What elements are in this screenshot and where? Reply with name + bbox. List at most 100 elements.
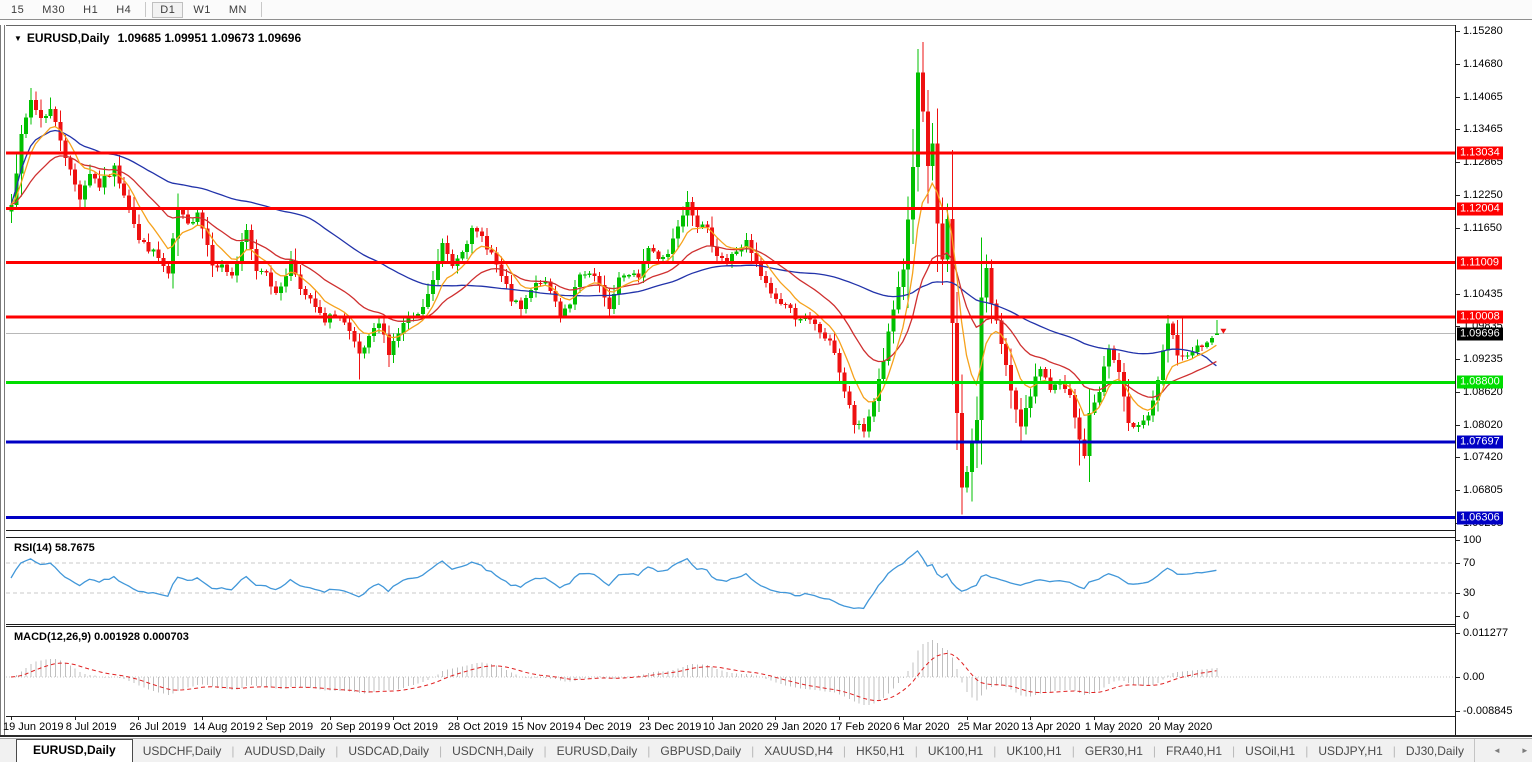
scale-tick-mark xyxy=(1456,490,1460,491)
timeframe-button-mn[interactable]: MN xyxy=(221,2,255,18)
chart-ohlc-values: 1.09685 1.09951 1.09673 1.09696 xyxy=(118,31,302,45)
chart-tab-usdcad-daily[interactable]: USDCAD,Daily xyxy=(338,741,439,762)
date-tick-mark xyxy=(393,717,394,720)
chart-tab-audusd-daily[interactable]: AUDUSD,Daily xyxy=(235,741,336,762)
date-axis-label: 19 Jun 2019 xyxy=(3,721,64,733)
scale-tick-mark xyxy=(1456,31,1460,32)
date-tick-mark xyxy=(75,717,76,720)
macd-scale-label: 0.011277 xyxy=(1463,627,1508,639)
date-axis-label: 20 Sep 2019 xyxy=(321,721,383,733)
date-axis-label: 6 Mar 2020 xyxy=(894,721,950,733)
date-axis-label: 14 Aug 2019 xyxy=(193,721,255,733)
macd-scale-label: 0.00 xyxy=(1463,671,1484,683)
date-tick-mark xyxy=(967,717,968,720)
chart-tab-dj30-daily[interactable]: DJ30,Daily xyxy=(1396,741,1474,762)
macd-indicator-panel[interactable]: MACD(12,26,9) 0.001928 0.000703 xyxy=(6,626,1455,717)
chart-tab-hk50-h1[interactable]: HK50,H1 xyxy=(846,741,915,762)
toolbar-separator xyxy=(261,2,262,17)
scale-tick-mark xyxy=(1456,540,1460,541)
chart-tab-fra40-h1[interactable]: FRA40,H1 xyxy=(1156,741,1232,762)
date-tick-mark xyxy=(138,717,139,720)
scale-tick-mark xyxy=(1456,359,1460,360)
price-scale-label: 1.06805 xyxy=(1463,484,1503,496)
chart-tab-eurusd-daily[interactable]: EURUSD,Daily xyxy=(16,739,133,762)
macd-scale-label: -0.008845 xyxy=(1463,705,1513,717)
date-axis-label: 17 Feb 2020 xyxy=(830,721,892,733)
chart-tab-bar: EURUSD,DailyUSDCHF,Daily|AUDUSD,Daily|US… xyxy=(0,738,1532,762)
date-tick-mark xyxy=(1158,717,1159,720)
timeframe-toolbar: 15M30H1H4 D1W1MN xyxy=(0,0,1532,20)
timeframe-button-h4[interactable]: H4 xyxy=(108,2,139,18)
scale-tick-mark xyxy=(1456,563,1460,564)
date-axis-label: 25 Mar 2020 xyxy=(958,721,1020,733)
scale-tick-mark xyxy=(1456,593,1460,594)
symbol-dropdown-icon[interactable]: ▼ xyxy=(14,34,22,43)
chart-tab-gbpusd-daily[interactable]: GBPUSD,Daily xyxy=(650,741,751,762)
chart-tab-uk100-h1[interactable]: UK100,H1 xyxy=(918,741,993,762)
chart-tab-xauusd-h4[interactable]: XAUUSD,H4 xyxy=(754,741,843,762)
level-price-label: 1.06306 xyxy=(1457,511,1503,524)
scale-tick-mark xyxy=(1456,425,1460,426)
date-axis-label: 15 Nov 2019 xyxy=(512,721,574,733)
level-price-label: 1.12004 xyxy=(1457,202,1503,215)
date-axis-label: 13 Apr 2020 xyxy=(1021,721,1080,733)
date-tick-mark xyxy=(1030,717,1031,720)
chart-tab-usdjpy-h1[interactable]: USDJPY,H1 xyxy=(1308,741,1392,762)
scale-tick-mark xyxy=(1456,633,1460,634)
scale-tick-mark xyxy=(1456,129,1460,130)
price-scale-label: 1.15280 xyxy=(1463,25,1503,37)
tab-scroll-left-icon[interactable]: ◄ xyxy=(1483,746,1511,755)
chart-tab-eurusd-daily[interactable]: EURUSD,Daily xyxy=(547,741,648,762)
chart-tab-usoil-h1[interactable]: USOil,H1 xyxy=(1235,741,1305,762)
current-price-label: 1.09696 xyxy=(1457,327,1503,340)
date-tick-mark xyxy=(839,717,840,720)
rsi-label: RSI(14) 58.7675 xyxy=(14,542,95,554)
level-price-label: 1.13034 xyxy=(1457,146,1503,159)
scale-tick-mark xyxy=(1456,457,1460,458)
date-axis-label: 1 May 2020 xyxy=(1085,721,1142,733)
price-scale[interactable]: 1.152801.146801.140651.134651.128651.122… xyxy=(1455,25,1532,735)
date-tick-mark xyxy=(775,717,776,720)
tab-scroll-right-icon[interactable]: ► xyxy=(1511,746,1532,755)
date-tick-mark xyxy=(1094,717,1095,720)
level-price-label: 1.08800 xyxy=(1457,376,1503,389)
date-axis-label: 8 Jul 2019 xyxy=(66,721,117,733)
date-axis-label: 26 Jul 2019 xyxy=(129,721,186,733)
timeframe-button-w1[interactable]: W1 xyxy=(185,2,219,18)
price-scale-label: 1.08020 xyxy=(1463,419,1503,431)
price-scale-label: 1.14065 xyxy=(1463,91,1503,103)
macd-label: MACD(12,26,9) 0.001928 0.000703 xyxy=(14,631,189,643)
scale-tick-mark xyxy=(1456,294,1460,295)
rsi-scale-label: 70 xyxy=(1463,557,1475,569)
macd-plot[interactable] xyxy=(6,627,1455,716)
date-tick-mark xyxy=(266,717,267,720)
date-axis-label: 2 Sep 2019 xyxy=(257,721,313,733)
chart-tab-usdchf-daily[interactable]: USDCHF,Daily xyxy=(133,741,232,762)
chart-tab-ger30-h1[interactable]: GER30,H1 xyxy=(1075,741,1153,762)
date-axis-label: 9 Oct 2019 xyxy=(384,721,438,733)
tab-scroll-arrows: ◄► xyxy=(1474,739,1532,762)
date-tick-mark xyxy=(202,717,203,720)
rsi-indicator-panel[interactable]: RSI(14) 58.7675 xyxy=(6,537,1455,625)
chart-tab-usdcnh-daily[interactable]: USDCNH,Daily xyxy=(442,741,543,762)
price-chart-panel[interactable]: ▼ EURUSD,Daily 1.09685 1.09951 1.09673 1.0… xyxy=(6,25,1455,531)
timeframe-button-h1[interactable]: H1 xyxy=(75,2,106,18)
rsi-plot[interactable] xyxy=(6,538,1455,624)
timeframe-button-m30[interactable]: M30 xyxy=(34,2,73,18)
scale-tick-mark xyxy=(1456,616,1460,617)
date-tick-mark xyxy=(521,717,522,720)
timeframe-button-15[interactable]: 15 xyxy=(3,2,32,18)
scale-tick-mark xyxy=(1456,711,1460,712)
rsi-scale-label: 0 xyxy=(1463,610,1469,622)
price-chart-plot[interactable] xyxy=(6,26,1455,530)
date-axis[interactable]: 19 Jun 20198 Jul 2019 26 Jul 2019 14 Aug 2… xyxy=(6,717,1455,735)
price-scale-label: 1.10435 xyxy=(1463,288,1503,300)
price-scale-label: 1.14680 xyxy=(1463,58,1503,70)
scale-tick-mark xyxy=(1456,228,1460,229)
price-scale-label: 1.13465 xyxy=(1463,123,1503,135)
chart-tab-uk100-h1[interactable]: UK100,H1 xyxy=(996,741,1071,762)
scale-tick-mark xyxy=(1456,392,1460,393)
timeframe-button-d1[interactable]: D1 xyxy=(152,2,183,18)
level-price-label: 1.07697 xyxy=(1457,436,1503,449)
chart-symbol-label: EURUSD,Daily xyxy=(27,31,110,45)
